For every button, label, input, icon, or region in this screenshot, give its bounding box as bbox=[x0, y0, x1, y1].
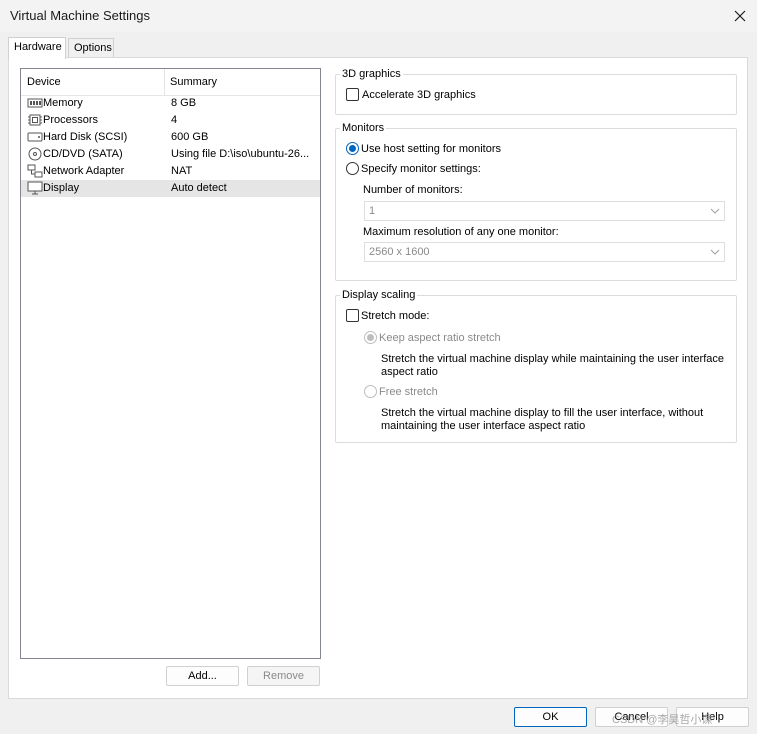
max-resolution-value: 2560 x 1600 bbox=[369, 246, 430, 258]
column-separator[interactable] bbox=[164, 69, 165, 95]
device-summary: NAT bbox=[171, 165, 193, 177]
number-of-monitors-label: Number of monitors: bbox=[363, 184, 463, 196]
specify-monitors-label[interactable]: Specify monitor settings: bbox=[361, 163, 481, 175]
window-title: Virtual Machine Settings bbox=[10, 8, 150, 23]
add-button[interactable]: Add... bbox=[166, 666, 239, 686]
tab-options[interactable]: Options bbox=[68, 38, 114, 59]
device-name: Memory bbox=[43, 97, 83, 109]
device-name: CD/DVD (SATA) bbox=[43, 148, 123, 160]
stretch-mode-label[interactable]: Stretch mode: bbox=[361, 310, 429, 322]
device-list[interactable]: Device Summary Memory 8 GB Processors 4 … bbox=[20, 68, 321, 659]
device-name: Network Adapter bbox=[43, 165, 125, 177]
device-row-network-adapter[interactable]: Network Adapter NAT bbox=[21, 163, 320, 180]
network-adapter-icon bbox=[27, 164, 43, 178]
free-stretch-description: Stretch the virtual machine display to f… bbox=[381, 407, 704, 432]
memory-icon bbox=[27, 98, 43, 108]
watermark: CSDN @李昊哲小课 bbox=[612, 714, 713, 726]
tab-hardware-label: Hardware bbox=[14, 41, 62, 53]
number-of-monitors-value: 1 bbox=[369, 205, 376, 217]
specify-monitors-radio[interactable] bbox=[346, 162, 359, 175]
column-header-summary[interactable]: Summary bbox=[170, 76, 217, 88]
keep-aspect-description: Stretch the virtual machine display whil… bbox=[381, 353, 725, 378]
close-icon bbox=[734, 10, 746, 22]
device-name: Processors bbox=[43, 114, 99, 126]
ok-button[interactable]: OK bbox=[514, 707, 587, 727]
stretch-mode-checkbox[interactable] bbox=[346, 309, 359, 322]
free-stretch-radio[interactable] bbox=[364, 385, 377, 398]
accelerate-3d-label[interactable]: Accelerate 3D graphics bbox=[362, 89, 476, 101]
column-header-device[interactable]: Device bbox=[27, 76, 61, 88]
device-summary: 600 GB bbox=[171, 131, 209, 143]
chevron-down-icon bbox=[710, 249, 720, 255]
device-row-hard-disk[interactable]: Hard Disk (SCSI) 600 GB bbox=[21, 129, 320, 146]
device-summary: Using file D:\iso\ubuntu-26... bbox=[171, 148, 310, 160]
chevron-down-icon bbox=[710, 208, 720, 214]
list-header: Device Summary bbox=[21, 69, 320, 96]
close-button[interactable] bbox=[726, 3, 754, 29]
max-resolution-label: Maximum resolution of any one monitor: bbox=[363, 226, 559, 238]
cd-dvd-icon bbox=[28, 147, 42, 161]
accelerate-3d-checkbox[interactable] bbox=[346, 88, 359, 101]
number-of-monitors-select[interactable]: 1 bbox=[364, 201, 725, 221]
graphics-group-title: 3D graphics bbox=[340, 68, 403, 80]
title-bar: Virtual Machine Settings bbox=[0, 0, 757, 32]
device-name: Display bbox=[43, 182, 80, 194]
tab-options-label: Options bbox=[74, 42, 112, 54]
remove-button[interactable]: Remove bbox=[247, 666, 320, 686]
use-host-monitors-label[interactable]: Use host setting for monitors bbox=[361, 143, 501, 155]
device-summary: 4 bbox=[171, 114, 178, 126]
max-resolution-select[interactable]: 2560 x 1600 bbox=[364, 242, 725, 262]
display-scaling-group-title: Display scaling bbox=[340, 289, 418, 301]
keep-aspect-radio[interactable] bbox=[364, 331, 377, 344]
device-name: Hard Disk (SCSI) bbox=[43, 131, 128, 143]
device-row-display[interactable]: Display Auto detect bbox=[21, 180, 320, 197]
device-summary: Auto detect bbox=[171, 182, 227, 194]
free-stretch-label[interactable]: Free stretch bbox=[379, 386, 438, 398]
hard-disk-icon bbox=[27, 132, 43, 142]
use-host-monitors-radio[interactable] bbox=[346, 142, 359, 155]
device-row-processors[interactable]: Processors 4 bbox=[21, 112, 320, 129]
device-row-cd-dvd[interactable]: CD/DVD (SATA) Using file D:\iso\ubuntu-2… bbox=[21, 146, 320, 163]
device-summary: 8 GB bbox=[171, 97, 197, 109]
processor-icon bbox=[28, 114, 42, 126]
display-icon bbox=[27, 181, 43, 195]
monitors-group-title: Monitors bbox=[340, 122, 387, 134]
keep-aspect-label[interactable]: Keep aspect ratio stretch bbox=[379, 332, 501, 344]
tab-hardware[interactable]: Hardware bbox=[8, 37, 66, 59]
device-row-memory[interactable]: Memory 8 GB bbox=[21, 95, 320, 112]
